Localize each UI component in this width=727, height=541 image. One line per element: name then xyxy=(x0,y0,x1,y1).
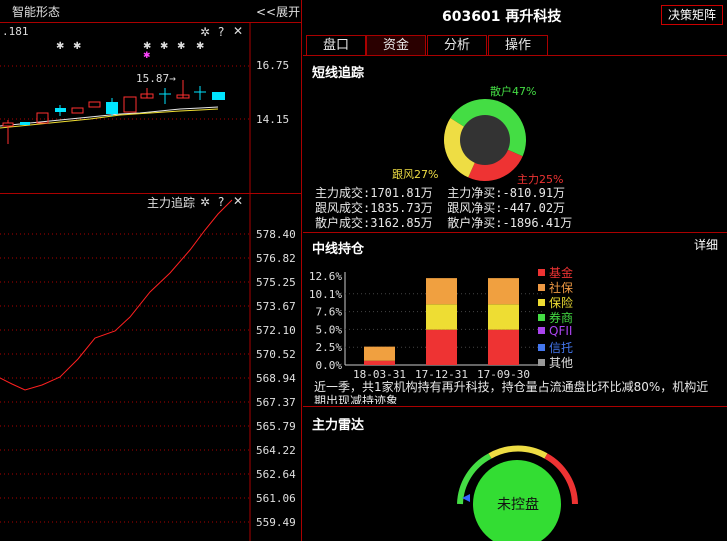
section-divider xyxy=(303,406,727,407)
detail-link[interactable]: 详细 xyxy=(694,236,718,253)
bar-segment xyxy=(426,304,457,330)
star-mark: ✱ xyxy=(56,41,64,52)
bar-segment xyxy=(488,304,519,330)
axis-label: 559.49 xyxy=(256,516,296,529)
axis-label: 576.82 xyxy=(256,252,296,265)
legend-item: 社保 xyxy=(538,279,574,295)
tab-underline xyxy=(303,55,727,56)
donut-label-follow: 跟风27% xyxy=(392,168,439,181)
tab-caozuo[interactable]: 操作 xyxy=(488,35,548,56)
legend-label: 社保 xyxy=(549,281,574,295)
axis-label: 561.06 xyxy=(256,492,296,505)
axis-label: 568.94 xyxy=(256,372,296,385)
panel-title: 智能形态 xyxy=(12,5,61,19)
legend-swatch xyxy=(538,344,545,351)
axis-label: 578.40 xyxy=(256,228,296,241)
y-tick-label: 2.5% xyxy=(316,341,343,354)
legend-swatch xyxy=(538,269,545,276)
legend-item: QFII xyxy=(538,324,572,339)
legend-item: 其他 xyxy=(538,354,574,370)
y-tick-label: 10.1% xyxy=(309,288,342,301)
capital-donut xyxy=(444,99,526,181)
y-tick-label: 12.6% xyxy=(309,270,342,283)
mid-term-title: 中线持仓 xyxy=(312,242,365,257)
holdings-summary: 近一季，共1家机构持有再升科技，持仓量占流通盘比环比减80%，机构近期出现减持迹… xyxy=(314,380,709,404)
main-tracking-line xyxy=(0,199,233,391)
axis-label: 573.67 xyxy=(256,300,296,313)
radar-gauge xyxy=(457,445,578,541)
donut-label-retail: 散户47% xyxy=(490,85,537,98)
bar-segment xyxy=(488,278,519,305)
axis-label: 562.64 xyxy=(256,468,296,481)
legend-item: 基金 xyxy=(538,264,574,280)
axis-label: 570.52 xyxy=(256,348,296,361)
legend-swatch xyxy=(538,284,545,291)
radar-title: 主力雷达 xyxy=(312,418,365,433)
price-axis-low: 14.15 xyxy=(256,113,290,126)
axis-label: 564.22 xyxy=(256,444,296,457)
legend-label: 券商 xyxy=(549,311,574,325)
x-tick-label: 17-12-31 xyxy=(415,368,468,380)
bar-segment xyxy=(488,329,519,365)
legend-item: 保险 xyxy=(538,294,574,310)
legend-swatch xyxy=(538,314,545,321)
legend-label: 其他 xyxy=(549,356,574,370)
decision-matrix-button[interactable]: 决策矩阵 xyxy=(661,5,723,25)
axis-label: 572.10 xyxy=(256,324,296,337)
bar-segment xyxy=(426,278,457,305)
star-mark: ✱ xyxy=(73,41,81,52)
legend-item: 信托 xyxy=(538,339,574,355)
stock-title: 603601 再升科技 xyxy=(442,9,562,25)
tab-zijin[interactable]: 资金 xyxy=(366,35,426,56)
legend-swatch xyxy=(538,359,545,366)
y-tick-label: 0.0% xyxy=(316,359,343,372)
legend-swatch xyxy=(538,327,545,334)
price-axis-high: 16.75 xyxy=(256,59,290,72)
x-tick-label: 18-03-31 xyxy=(353,368,406,380)
legend-label: 信托 xyxy=(549,341,574,355)
legend-item: 券商 xyxy=(538,309,574,325)
axis-label: 565.79 xyxy=(256,420,296,433)
x-tick-label: 17-09-30 xyxy=(477,368,530,380)
y-tick-label: 5.0% xyxy=(316,323,343,336)
main-tracking-chart xyxy=(0,194,251,541)
star-mark: ✱ xyxy=(177,41,185,52)
legend-label: 基金 xyxy=(549,266,574,280)
legend-label: 保险 xyxy=(549,296,574,310)
radar-status: 未控盘 xyxy=(497,497,539,513)
tab-pankou[interactable]: 盘口 xyxy=(306,35,366,56)
bar-segment xyxy=(364,346,395,361)
short-term-title: 短线追踪 xyxy=(312,66,365,81)
peak-price-label: 15.87→ xyxy=(136,72,176,85)
expand-button[interactable]: <<展开 xyxy=(256,3,300,20)
retail-capital-row: 散户成交:3162.85万 散户净买:-1896.41万 xyxy=(315,216,573,230)
holdings-chart: 12.6% 10.1% 7.6% 5.0% 2.5% 0.0% 18-03-31 17-12-… xyxy=(309,270,543,380)
tab-fenxi[interactable]: 分析 xyxy=(427,35,487,56)
bar-segment xyxy=(364,360,395,365)
left-panel: 智能形态 <<展开 ✲ ? ✕ .181 ✱ ✱ ✱ ✱ ✱ ✱ ✱ 15.87… xyxy=(0,0,302,541)
bar-segment xyxy=(426,329,457,365)
axis-label: 567.37 xyxy=(256,396,296,409)
legend-swatch xyxy=(538,299,545,306)
legend-label: QFII xyxy=(549,324,573,338)
candlestick-chart: ✱ ✱ ✱ ✱ ✱ ✱ ✱ xyxy=(0,22,251,194)
star-mark: ✱ xyxy=(160,41,168,52)
section-divider xyxy=(303,232,727,233)
y-tick-label: 7.6% xyxy=(316,306,343,319)
axis-label: 575.25 xyxy=(256,276,296,289)
star-mark-magenta: ✱ xyxy=(143,51,151,61)
star-mark: ✱ xyxy=(196,41,204,52)
